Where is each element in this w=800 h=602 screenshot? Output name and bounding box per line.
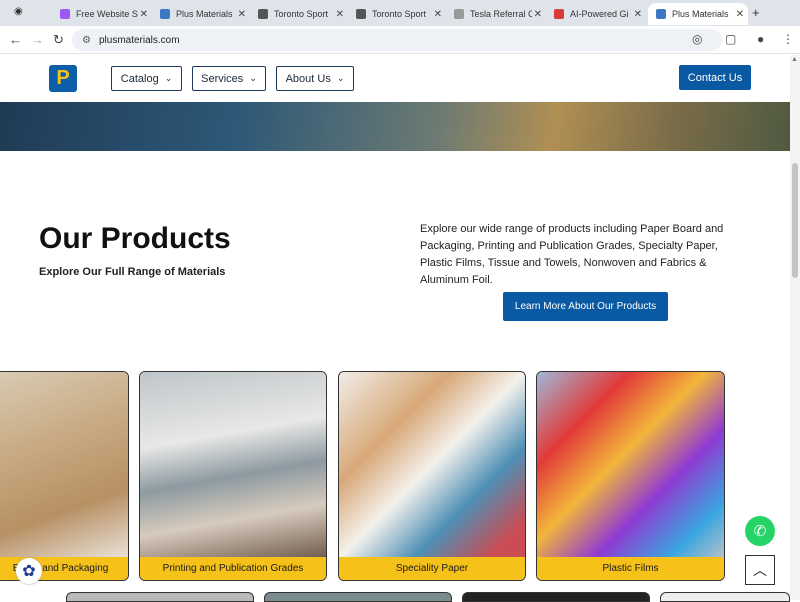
browser-tab[interactable]: Toronto Sport ✕	[250, 3, 348, 25]
favicon-icon	[258, 9, 268, 19]
hero-image	[0, 102, 790, 151]
profile-icon[interactable]: ●	[757, 32, 764, 46]
product-card-plastic[interactable]: Plastic Films	[536, 371, 725, 581]
close-tab-icon[interactable]: ✕	[140, 9, 148, 20]
browser-tab-bar: ◉ Free Website S ✕ Plus Materials ✕ Toro…	[0, 0, 800, 26]
close-tab-icon[interactable]: ✕	[336, 9, 344, 20]
browser-tab-active[interactable]: Plus Materials ✕	[648, 3, 748, 25]
section-subtitle: Explore Our Full Range of Materials	[39, 266, 226, 278]
tab-title: Toronto Sport	[372, 9, 427, 19]
menu-label: Services	[201, 72, 244, 85]
tab-title: Tesla Referral C	[470, 9, 532, 19]
close-tab-icon[interactable]: ✕	[434, 9, 442, 20]
browser-tab[interactable]: Free Website S ✕	[52, 3, 152, 25]
cookie-settings-icon[interactable]: ✿	[16, 558, 42, 584]
tab-search-icon[interactable]: ◉	[14, 6, 23, 17]
menu-dots-icon[interactable]: ⋮	[782, 32, 794, 46]
address-bar: ← → ↻ ⚙ plusmaterials.com ◎ ▢ ● ⋮	[0, 26, 800, 54]
tab-title: Plus Materials	[672, 9, 729, 19]
browser-tab[interactable]: Plus Materials ✕	[152, 3, 250, 25]
product-label: Speciality Paper	[339, 557, 525, 580]
tab-title: Free Website S	[76, 9, 138, 19]
chevron-down-icon: ⌄	[336, 73, 345, 83]
contact-button[interactable]: Contact Us	[679, 65, 751, 90]
close-tab-icon[interactable]: ✕	[634, 9, 642, 20]
extensions-icon[interactable]: ▢	[725, 32, 736, 46]
product-label: Plastic Films	[537, 557, 724, 580]
browser-tab[interactable]: Toronto Sport ✕	[348, 3, 446, 25]
tab-title: Plus Materials	[176, 9, 233, 19]
close-tab-icon[interactable]: ✕	[534, 9, 542, 20]
section-title: Our Products	[39, 222, 231, 255]
url-text: plusmaterials.com	[98, 34, 180, 46]
scroll-up-arrow-icon[interactable]: ▲	[791, 56, 798, 63]
forward-icon[interactable]: →	[31, 32, 44, 47]
product-image	[537, 372, 724, 559]
menu-label: About Us	[285, 72, 331, 85]
new-tab-icon[interactable]: +	[752, 5, 760, 20]
product-card[interactable]	[264, 592, 452, 602]
menu-label: Catalog	[120, 72, 159, 85]
product-label: Printing and Publication Grades	[140, 557, 326, 580]
url-input[interactable]: ⚙ plusmaterials.com	[72, 29, 722, 51]
logo-text: P	[56, 67, 70, 89]
site-header: P Catalog ⌄ Services ⌄ About Us ⌄ Contact U…	[0, 55, 790, 102]
whatsapp-icon[interactable]: ✆	[745, 516, 775, 546]
services-menu-button[interactable]: Services ⌄	[192, 66, 266, 91]
scroll-to-top-button[interactable]: ︿	[745, 555, 775, 585]
browser-tab[interactable]: Tesla Referral C ✕	[446, 3, 546, 25]
tab-title: Toronto Sport	[274, 9, 329, 19]
section-description: Explore our wide range of products inclu…	[420, 223, 724, 286]
favicon-icon	[554, 9, 564, 19]
product-image	[339, 372, 525, 559]
about-menu-button[interactable]: About Us ⌄	[276, 66, 354, 91]
product-image	[140, 372, 326, 559]
favicon-icon	[60, 9, 70, 19]
page-scrollbar[interactable]: ▲	[790, 55, 800, 600]
reload-icon[interactable]: ↻	[53, 32, 64, 48]
close-tab-icon[interactable]: ✕	[736, 9, 744, 20]
site-info-icon[interactable]: ⚙	[82, 35, 91, 46]
favicon-icon	[454, 9, 464, 19]
scroll-thumb[interactable]	[792, 163, 798, 278]
product-card-printing[interactable]: Printing and Publication Grades	[139, 371, 327, 581]
tab-title: AI-Powered Gi	[570, 9, 629, 19]
product-card[interactable]	[660, 592, 790, 602]
logo[interactable]: P	[49, 65, 77, 92]
eye-off-icon[interactable]: ◎	[692, 32, 702, 46]
product-card-board[interactable]: Board and Packaging	[0, 371, 129, 581]
favicon-icon	[160, 9, 170, 19]
chevron-down-icon: ⌄	[249, 73, 257, 83]
product-card[interactable]	[66, 592, 254, 602]
catalog-menu-button[interactable]: Catalog ⌄	[111, 66, 182, 91]
close-tab-icon[interactable]: ✕	[238, 9, 246, 20]
favicon-icon	[656, 9, 666, 19]
product-card[interactable]	[462, 592, 650, 602]
product-card-speciality[interactable]: Speciality Paper	[338, 371, 526, 581]
favicon-icon	[356, 9, 366, 19]
back-icon[interactable]: ←	[9, 32, 22, 47]
browser-tab[interactable]: AI-Powered Gi ✕	[546, 3, 646, 25]
product-image	[0, 372, 128, 559]
learn-more-button[interactable]: Learn More About Our Products	[503, 292, 668, 321]
chevron-down-icon: ⌄	[164, 73, 173, 83]
